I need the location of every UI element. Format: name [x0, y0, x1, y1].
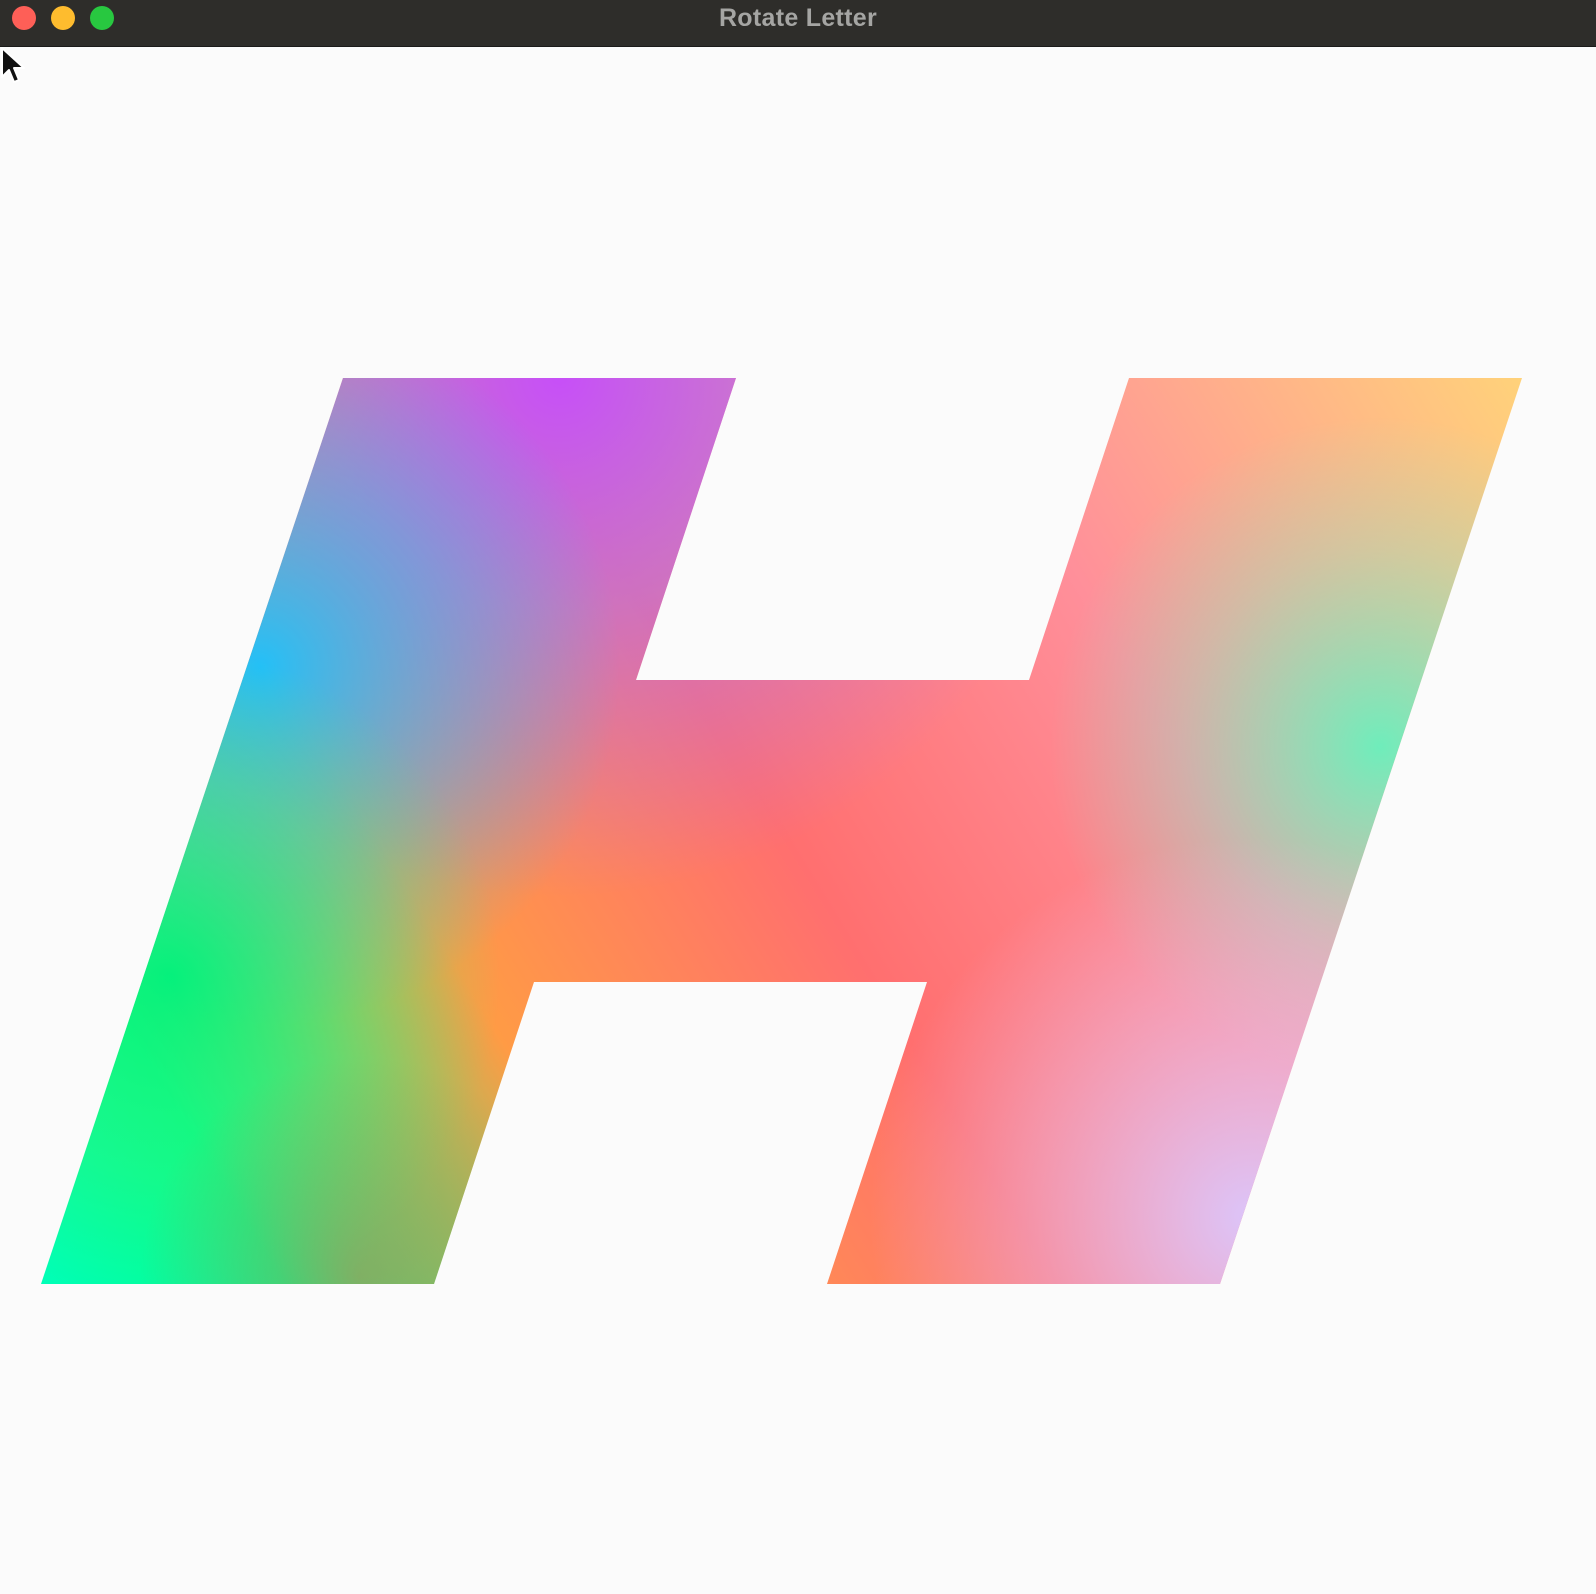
window-title: Rotate Letter — [718, 4, 878, 32]
app-window: Rotate Letter — [0, 0, 1596, 1594]
title-bar[interactable]: Rotate Letter — [0, 0, 1596, 47]
letter-drawing — [41, 378, 1522, 1284]
letter-canvas[interactable] — [0, 47, 1596, 1594]
letter-h-glyph — [41, 378, 1522, 1284]
arrow-pointer-icon — [1, 47, 25, 83]
